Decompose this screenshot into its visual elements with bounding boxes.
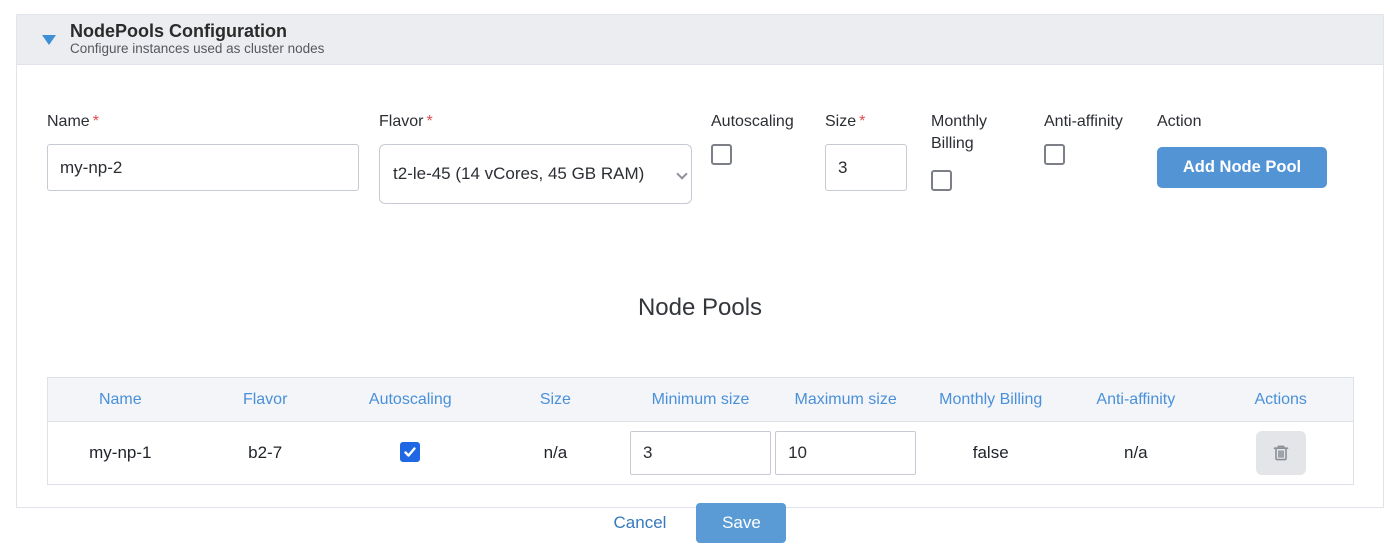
- required-asterisk: *: [859, 113, 865, 130]
- panel-body: Name* Flavor* t2-le-45 (14 vCores, 45 GB…: [17, 65, 1383, 507]
- flavor-selected-value: t2-le-45 (14 vCores, 45 GB RAM): [393, 164, 644, 184]
- required-asterisk: *: [426, 113, 432, 130]
- monthly-billing-label: Monthly Billing: [931, 111, 1011, 155]
- action-field-group: Action Add Node Pool: [1157, 111, 1327, 188]
- trash-icon: [1271, 443, 1291, 463]
- panel-header-text: NodePools Configuration Configure instan…: [70, 21, 324, 58]
- monthly-billing-checkbox[interactable]: [931, 170, 952, 191]
- row-autoscaling-checkbox[interactable]: [400, 442, 420, 462]
- name-input[interactable]: [47, 144, 359, 191]
- node-pools-table: Name Flavor Autoscaling Size Minimum siz…: [47, 377, 1354, 485]
- collapse-caret-icon[interactable]: [42, 35, 56, 45]
- size-label: Size*: [825, 111, 907, 133]
- panel-header: NodePools Configuration Configure instan…: [17, 15, 1383, 65]
- column-header-flavor: Flavor: [193, 378, 338, 422]
- maximum-size-input[interactable]: [775, 431, 916, 475]
- size-field-group: Size*: [825, 111, 907, 191]
- column-header-minimum-size: Minimum size: [628, 378, 773, 422]
- cell-flavor: b2-7: [193, 422, 338, 485]
- autoscaling-label: Autoscaling: [711, 111, 797, 133]
- cell-anti-affinity: n/a: [1063, 422, 1208, 485]
- autoscaling-checkbox[interactable]: [711, 144, 732, 165]
- footer-actions: Cancel Save: [0, 503, 1400, 543]
- flavor-select[interactable]: t2-le-45 (14 vCores, 45 GB RAM): [379, 144, 692, 204]
- monthly-billing-field-group: Monthly Billing: [931, 111, 1011, 191]
- name-field-group: Name*: [47, 111, 359, 191]
- cell-name: my-np-1: [48, 422, 193, 485]
- delete-node-pool-button[interactable]: [1256, 431, 1306, 475]
- anti-affinity-label: Anti-affinity: [1044, 111, 1132, 133]
- new-nodepool-form: Name* Flavor* t2-le-45 (14 vCores, 45 GB…: [17, 111, 1383, 261]
- cell-size: n/a: [483, 422, 628, 485]
- column-header-autoscaling: Autoscaling: [338, 378, 483, 422]
- column-header-size: Size: [483, 378, 628, 422]
- cancel-button[interactable]: Cancel: [614, 513, 667, 533]
- required-asterisk: *: [93, 113, 99, 130]
- anti-affinity-checkbox[interactable]: [1044, 144, 1065, 165]
- table-row: my-np-1 b2-7 n/a false n/a: [48, 422, 1354, 485]
- cell-autoscaling: [338, 422, 483, 485]
- action-label: Action: [1157, 111, 1327, 133]
- flavor-label: Flavor*: [379, 111, 692, 133]
- flavor-field-group: Flavor* t2-le-45 (14 vCores, 45 GB RAM): [379, 111, 692, 204]
- panel-title: NodePools Configuration: [70, 21, 324, 42]
- panel-subtitle: Configure instances used as cluster node…: [70, 41, 324, 57]
- cell-minimum-size: [628, 422, 773, 485]
- size-input[interactable]: [825, 144, 907, 191]
- nodepools-panel: NodePools Configuration Configure instan…: [16, 14, 1384, 508]
- add-node-pool-button[interactable]: Add Node Pool: [1157, 147, 1327, 188]
- column-header-actions: Actions: [1208, 378, 1353, 422]
- cell-monthly-billing: false: [918, 422, 1063, 485]
- node-pools-section-title: Node Pools: [17, 293, 1383, 323]
- save-button[interactable]: Save: [696, 503, 786, 543]
- cell-actions: [1208, 422, 1353, 485]
- column-header-name: Name: [48, 378, 193, 422]
- autoscaling-field-group: Autoscaling: [711, 111, 797, 165]
- name-label: Name*: [47, 111, 359, 133]
- column-header-maximum-size: Maximum size: [773, 378, 918, 422]
- minimum-size-input[interactable]: [630, 431, 771, 475]
- cell-maximum-size: [773, 422, 918, 485]
- column-header-anti-affinity: Anti-affinity: [1063, 378, 1208, 422]
- column-header-monthly-billing: Monthly Billing: [918, 378, 1063, 422]
- chevron-down-icon: [676, 168, 687, 179]
- anti-affinity-field-group: Anti-affinity: [1044, 111, 1132, 165]
- table-header-row: Name Flavor Autoscaling Size Minimum siz…: [48, 378, 1354, 422]
